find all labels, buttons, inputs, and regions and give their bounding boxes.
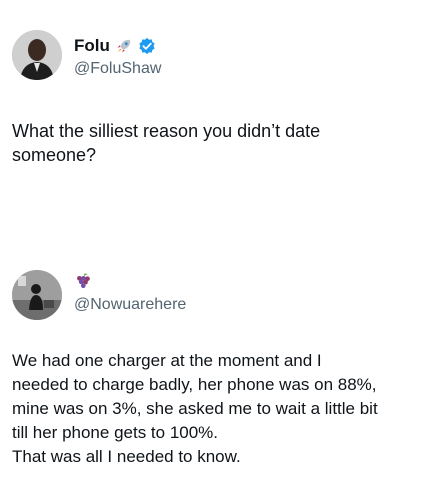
author-name-row: [74, 271, 92, 291]
display-name[interactable]: Folu: [74, 36, 110, 56]
avatar[interactable]: [12, 30, 62, 80]
post-text: What the silliest reason you didn’t date…: [12, 121, 321, 165]
profile-photo-icon: [12, 30, 62, 80]
profile-photo-icon: [12, 270, 62, 320]
avatar[interactable]: [12, 270, 62, 320]
verified-badge-icon: [138, 37, 156, 55]
author-name-row: Folu: [74, 36, 156, 56]
author-handle[interactable]: @Nowuarehere: [74, 295, 186, 315]
post-text: We had one charger at the moment and I n…: [12, 351, 378, 466]
author-handle[interactable]: @FoluShaw: [74, 59, 161, 79]
rocket-icon: [115, 37, 133, 55]
grapes-icon: [74, 272, 92, 290]
